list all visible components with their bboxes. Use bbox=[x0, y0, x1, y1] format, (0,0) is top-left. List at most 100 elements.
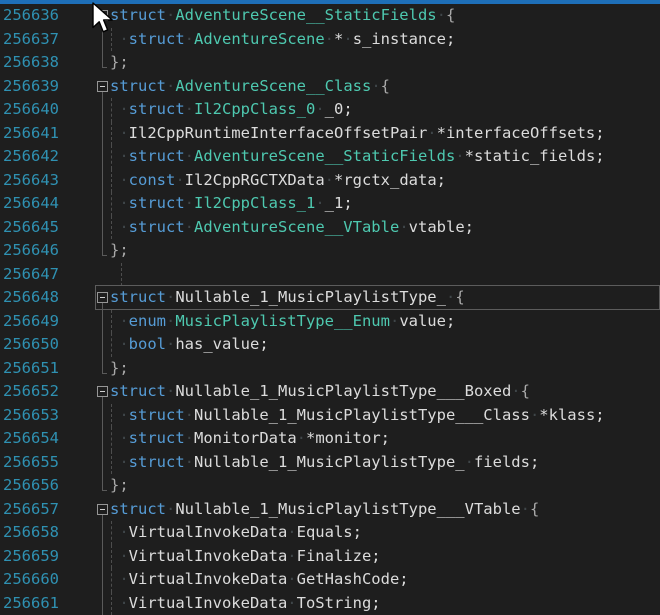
whitespace-dot: · bbox=[185, 218, 194, 236]
code-token: bool bbox=[129, 335, 166, 353]
line-number[interactable]: 256653 bbox=[0, 404, 58, 428]
code-text[interactable]: }; bbox=[110, 51, 660, 75]
line-number[interactable]: 256652 bbox=[0, 380, 58, 404]
code-token: struct bbox=[110, 6, 166, 24]
code-line: 256639 struct·AdventureScene__Class·{ bbox=[0, 75, 660, 99]
whitespace-dot: · bbox=[325, 30, 334, 48]
whitespace-dot: · bbox=[166, 335, 175, 353]
line-number[interactable]: 256639 bbox=[0, 75, 58, 99]
line-number[interactable]: 256659 bbox=[0, 545, 58, 569]
fold-extent-line bbox=[102, 51, 103, 67]
code-text[interactable]: struct·AdventureScene__Class·{ bbox=[110, 75, 660, 99]
line-number[interactable]: 256647 bbox=[0, 263, 58, 287]
code-token: struct bbox=[110, 500, 166, 518]
code-text[interactable]: const·Il2CppRGCTXData·*rgctx_data; bbox=[110, 169, 660, 193]
whitespace-dot: · bbox=[166, 500, 175, 518]
line-number[interactable]: 256637 bbox=[0, 28, 58, 52]
line-number[interactable]: 256642 bbox=[0, 145, 58, 169]
code-text[interactable]: VirtualInvokeData·Equals; bbox=[110, 521, 660, 545]
fold-collapse-icon[interactable] bbox=[97, 386, 108, 397]
whitespace-dot: · bbox=[185, 100, 194, 118]
code-text[interactable]: struct·Nullable_1_MusicPlaylistType___Bo… bbox=[110, 380, 660, 404]
code-token: struct bbox=[129, 147, 185, 165]
code-text[interactable]: VirtualInvokeData·ToString; bbox=[110, 592, 660, 615]
line-number[interactable]: 256656 bbox=[0, 474, 58, 498]
code-text[interactable]: struct·Il2CppClass_0·_0; bbox=[110, 98, 660, 122]
code-text[interactable]: VirtualInvokeData·Finalize; bbox=[110, 545, 660, 569]
indent-guide bbox=[110, 263, 129, 287]
line-number[interactable]: 256643 bbox=[0, 169, 58, 193]
line-number[interactable]: 256657 bbox=[0, 498, 58, 522]
line-number[interactable]: 256636 bbox=[0, 4, 58, 28]
code-text[interactable] bbox=[110, 263, 660, 287]
code-text[interactable]: struct·AdventureScene__VTable·vtable; bbox=[110, 216, 660, 240]
line-number[interactable]: 256650 bbox=[0, 333, 58, 357]
code-token: Nullable_1_MusicPlaylistType_ bbox=[175, 288, 446, 306]
whitespace-dot: · bbox=[530, 406, 539, 424]
line-number[interactable]: 256640 bbox=[0, 98, 58, 122]
line-number[interactable]: 256655 bbox=[0, 451, 58, 475]
code-line: 256651}; bbox=[0, 357, 660, 381]
code-text[interactable]: }; bbox=[110, 357, 660, 381]
fold-extent-line bbox=[102, 404, 103, 428]
line-number[interactable]: 256638 bbox=[0, 51, 58, 75]
line-number[interactable]: 256649 bbox=[0, 310, 58, 334]
code-text[interactable]: struct·AdventureScene·*·s_instance; bbox=[110, 28, 660, 52]
glyph-margin bbox=[58, 75, 96, 99]
whitespace-dot: · bbox=[465, 453, 474, 471]
fold-extent-line bbox=[102, 568, 103, 592]
code-line: 256640 struct·Il2CppClass_0·_0; bbox=[0, 98, 660, 122]
code-line: 256652 struct·Nullable_1_MusicPlaylistTyp… bbox=[0, 380, 660, 404]
code-line: 256646}; bbox=[0, 239, 660, 263]
code-token: fields; bbox=[474, 453, 539, 471]
fold-extent-end bbox=[102, 67, 107, 68]
fold-collapse-icon[interactable] bbox=[97, 81, 108, 92]
fold-collapse-icon[interactable] bbox=[97, 504, 108, 515]
code-token: Il2CppClass_1 bbox=[194, 194, 315, 212]
line-number[interactable]: 256661 bbox=[0, 592, 58, 615]
indent-guide bbox=[110, 216, 129, 240]
fold-margin bbox=[96, 592, 110, 615]
line-number[interactable]: 256646 bbox=[0, 239, 58, 263]
line-number[interactable]: 256644 bbox=[0, 192, 58, 216]
code-text[interactable]: struct·Nullable_1_MusicPlaylistType_·fie… bbox=[110, 451, 660, 475]
code-text[interactable]: }; bbox=[110, 239, 660, 263]
code-line: 256661 VirtualInvokeData·ToString; bbox=[0, 592, 660, 615]
fold-extent-line bbox=[102, 28, 103, 52]
line-number[interactable]: 256658 bbox=[0, 521, 58, 545]
whitespace-dot: · bbox=[185, 406, 194, 424]
line-number[interactable]: 256648 bbox=[0, 286, 58, 310]
fold-collapse-icon[interactable] bbox=[97, 292, 108, 303]
indent-guide bbox=[110, 98, 129, 122]
code-text[interactable]: struct·AdventureScene__StaticFields·{ bbox=[110, 4, 660, 28]
line-number[interactable]: 256654 bbox=[0, 427, 58, 451]
fold-collapse-icon[interactable] bbox=[97, 10, 108, 21]
glyph-margin bbox=[58, 51, 96, 75]
code-token: const bbox=[129, 171, 176, 189]
whitespace-dot: · bbox=[343, 30, 352, 48]
code-text[interactable]: }; bbox=[110, 474, 660, 498]
line-number[interactable]: 256660 bbox=[0, 568, 58, 592]
indent-guide bbox=[110, 310, 129, 334]
code-token: MonitorData bbox=[194, 429, 297, 447]
glyph-margin bbox=[58, 145, 96, 169]
code-text[interactable]: struct·AdventureScene__StaticFields·*sta… bbox=[110, 145, 660, 169]
code-token: struct bbox=[110, 382, 166, 400]
code-text[interactable]: struct·Nullable_1_MusicPlaylistType_·{ bbox=[110, 286, 660, 310]
line-number[interactable]: 256645 bbox=[0, 216, 58, 240]
code-text[interactable]: VirtualInvokeData·GetHashCode; bbox=[110, 568, 660, 592]
fold-margin bbox=[96, 216, 110, 240]
code-line: 256637 struct·AdventureScene·*·s_instance… bbox=[0, 28, 660, 52]
code-text[interactable]: struct·MonitorData·*monitor; bbox=[110, 427, 660, 451]
code-line: 256636 struct·AdventureScene__StaticField… bbox=[0, 4, 660, 28]
code-text[interactable]: struct·Nullable_1_MusicPlaylistType___Cl… bbox=[110, 404, 660, 428]
code-text[interactable]: enum·MusicPlaylistType__Enum·value; bbox=[110, 310, 660, 334]
code-text[interactable]: struct·Nullable_1_MusicPlaylistType___VT… bbox=[110, 498, 660, 522]
line-number[interactable]: 256651 bbox=[0, 357, 58, 381]
code-text[interactable]: Il2CppRuntimeInterfaceOffsetPair·*interf… bbox=[110, 122, 660, 146]
code-token: s_instance; bbox=[353, 30, 456, 48]
code-text[interactable]: bool·has_value; bbox=[110, 333, 660, 357]
code-text[interactable]: struct·Il2CppClass_1·_1; bbox=[110, 192, 660, 216]
line-number[interactable]: 256641 bbox=[0, 122, 58, 146]
code-line: 256648 struct·Nullable_1_MusicPlaylistTyp… bbox=[0, 286, 660, 310]
